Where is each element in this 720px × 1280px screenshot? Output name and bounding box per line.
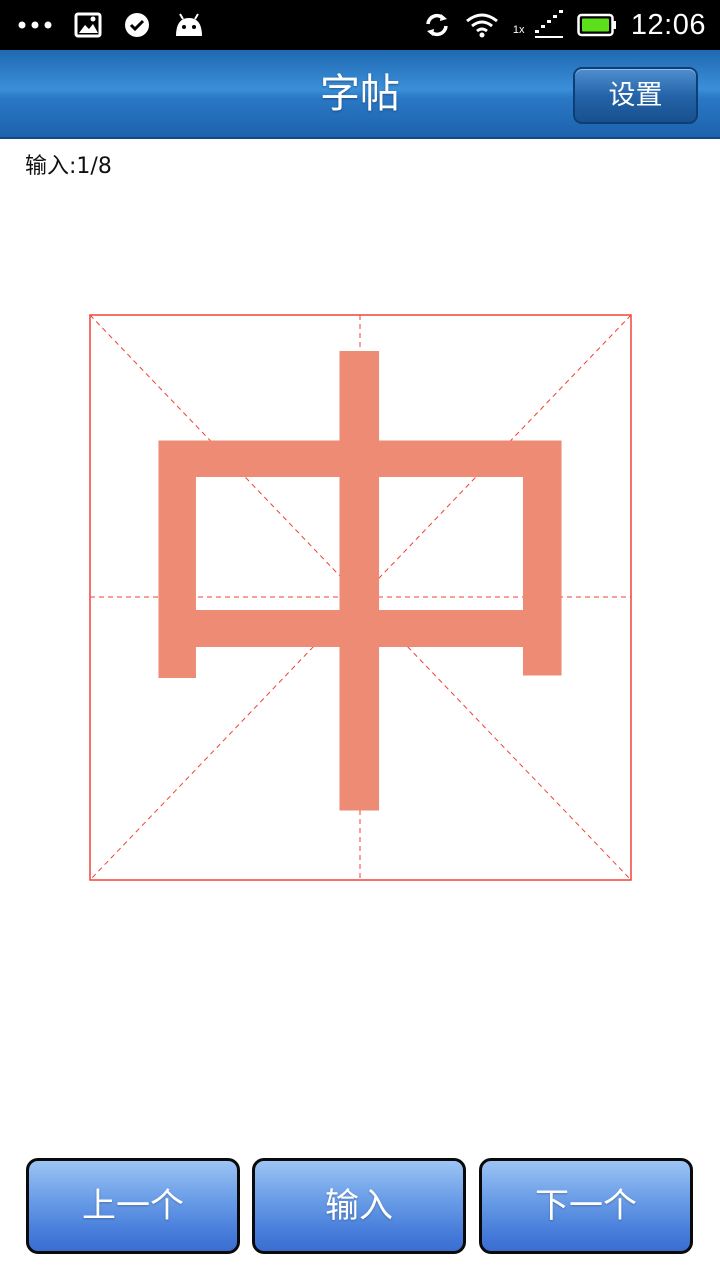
title-bar: 字帖 设置 [0,50,720,139]
signal-label: 1x [512,24,525,36]
status-bar: 1x 12:06 [0,0,720,50]
practice-character: 中 [110,306,611,889]
battery-icon [577,13,617,37]
signal-icon: 1x [513,10,563,40]
status-bar-left [18,8,206,42]
image-icon [74,12,102,38]
sync-icon [423,11,451,39]
practice-grid[interactable]: 中 [89,314,632,881]
previous-button[interactable]: 上一个 [26,1158,240,1254]
settings-button[interactable]: 设置 [573,67,698,124]
wifi-icon [465,12,499,38]
check-circle-icon [124,12,150,38]
input-counter-value: 1/8 [76,154,112,179]
input-button[interactable]: 输入 [252,1158,466,1254]
next-button[interactable]: 下一个 [479,1158,693,1254]
status-bar-right: 1x 12:06 [423,8,706,42]
status-time: 12:06 [630,8,706,41]
android-icon [172,12,206,38]
more-dots-icon [18,20,52,30]
input-counter: 输入: 1/8 [25,152,112,182]
input-counter-label: 输入: [25,154,77,179]
